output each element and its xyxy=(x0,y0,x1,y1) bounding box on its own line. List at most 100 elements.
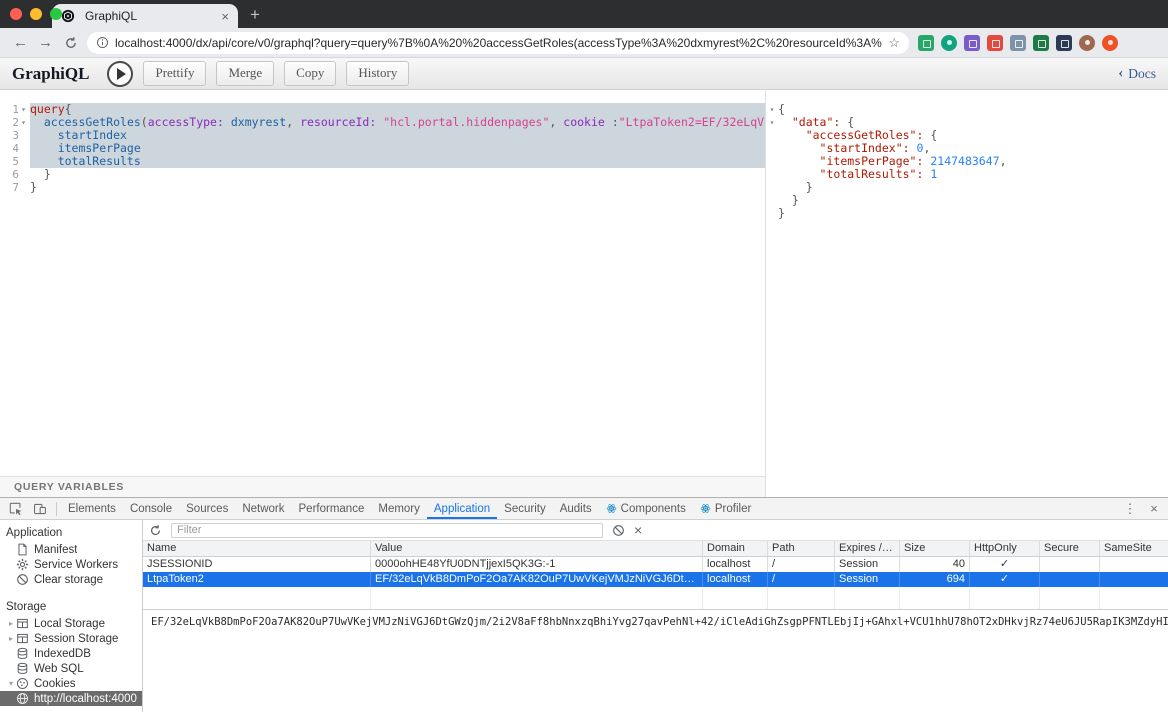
devtools-tab-components[interactable]: Components xyxy=(599,498,693,519)
browser-tabstrip: GraphiQL × + xyxy=(0,0,1168,28)
profile-avatar[interactable] xyxy=(1079,35,1095,51)
query-code[interactable]: query{ accessGetRoles(accessType: dxmyre… xyxy=(30,103,765,476)
sidebar-item-cookies[interactable]: ▾ Cookies xyxy=(0,676,142,691)
sidebar-section-application: Application xyxy=(0,524,142,542)
chevron-right-icon[interactable]: ▸ xyxy=(6,634,16,643)
browser-toolbar: ← → localhost:4000/dx/api/core/v0/graphq… xyxy=(0,28,1168,58)
back-icon[interactable]: ← xyxy=(8,31,33,55)
toolbar-divider xyxy=(56,502,57,516)
graphiql-logo: GraphiQL xyxy=(12,64,89,84)
react-icon xyxy=(700,503,711,514)
history-button[interactable]: History xyxy=(346,61,409,86)
globe-icon xyxy=(16,692,30,706)
manifest-icon xyxy=(16,543,30,557)
cookie-row-ltpatoken2[interactable]: LtpaToken2 EF/32eLqVkB8DmPoF2Oa7AK82OuP7… xyxy=(143,572,1168,587)
devtools-body: Application Manifest Service Workers Cle… xyxy=(0,520,1168,712)
ext-icon-2[interactable] xyxy=(941,35,957,51)
gear-icon xyxy=(16,558,30,572)
device-toolbar-icon[interactable] xyxy=(28,498,52,519)
ext-icon-5[interactable] xyxy=(1010,35,1026,51)
cookie-table-header: Name Value Domain Path Expires / Ma... S… xyxy=(143,541,1168,557)
storage-grid-icon xyxy=(16,632,30,646)
cookie-table-empty-area xyxy=(143,587,1168,609)
window-zoom-button[interactable] xyxy=(50,8,62,20)
line-numbers-gutter: 1▾2▾34567 xyxy=(0,103,30,476)
reload-icon[interactable] xyxy=(58,31,83,55)
sidebar-item-cookies-localhost-4000[interactable]: http://localhost:4000 xyxy=(0,691,142,706)
prettify-button[interactable]: Prettify xyxy=(143,61,206,86)
column-header-value[interactable]: Value xyxy=(371,541,703,556)
query-variables-bar[interactable]: QUERY VARIABLES xyxy=(0,476,765,497)
sidebar-item-indexeddb[interactable]: IndexedDB xyxy=(0,646,142,661)
url-text[interactable]: localhost:4000/dx/api/core/v0/graphql?qu… xyxy=(115,36,882,50)
bookmark-star-icon[interactable]: ☆ xyxy=(888,35,900,51)
devtools-tab-audits[interactable]: Audits xyxy=(553,498,599,519)
graphiql-toolbar: GraphiQL Prettify Merge Copy History ‹ D… xyxy=(0,58,1168,90)
column-header-samesite[interactable]: SameSite xyxy=(1100,541,1168,556)
graphiql-main: 1▾2▾34567 query{ accessGetRoles(accessTy… xyxy=(0,90,1168,497)
column-header-expires[interactable]: Expires / Ma... xyxy=(835,541,900,556)
devtools-tab-profiler[interactable]: Profiler xyxy=(693,498,758,519)
merge-button[interactable]: Merge xyxy=(216,61,274,86)
devtools-tab-security[interactable]: Security xyxy=(497,498,553,519)
devtools-tab-network[interactable]: Network xyxy=(235,498,291,519)
chevron-right-icon[interactable]: ▸ xyxy=(6,619,16,628)
docs-link[interactable]: ‹ Docs xyxy=(1118,65,1156,82)
ext-icon-7[interactable] xyxy=(1056,35,1072,51)
ext-icon-6[interactable] xyxy=(1033,35,1049,51)
devtools-tab-performance[interactable]: Performance xyxy=(292,498,372,519)
column-header-name[interactable]: Name xyxy=(143,541,371,556)
browser-tab[interactable]: GraphiQL × xyxy=(52,4,238,28)
address-bar[interactable]: localhost:4000/dx/api/core/v0/graphql?qu… xyxy=(87,32,909,54)
devtools-close-icon[interactable]: × xyxy=(1142,498,1166,519)
copy-button[interactable]: Copy xyxy=(284,61,336,86)
window-close-button[interactable] xyxy=(10,8,22,20)
check-icon: ✓ xyxy=(970,572,1040,587)
sidebar-item-service-workers[interactable]: Service Workers xyxy=(0,557,142,572)
sidebar-item-web-sql[interactable]: Web SQL xyxy=(0,661,142,676)
sidebar-item-clear-storage[interactable]: Clear storage xyxy=(0,572,142,587)
query-editor[interactable]: 1▾2▾34567 query{ accessGetRoles(accessTy… xyxy=(0,90,765,476)
refresh-icon[interactable] xyxy=(149,524,162,537)
devtools-tab-sources[interactable]: Sources xyxy=(179,498,235,519)
more-menu-icon[interactable]: ⋮ xyxy=(1118,498,1142,519)
chevron-down-icon[interactable]: ▾ xyxy=(6,679,16,688)
ext-icon-1[interactable] xyxy=(918,35,934,51)
devtools-tab-application[interactable]: Application xyxy=(427,498,497,519)
devtools-tab-elements[interactable]: Elements xyxy=(61,498,123,519)
inspect-element-icon[interactable] xyxy=(4,498,28,519)
query-pane: 1▾2▾34567 query{ accessGetRoles(accessTy… xyxy=(0,90,766,497)
react-icon xyxy=(606,503,617,514)
new-tab-button[interactable]: + xyxy=(250,6,260,23)
sidebar-item-local-storage[interactable]: ▸ Local Storage xyxy=(0,616,142,631)
application-sidebar: Application Manifest Service Workers Cle… xyxy=(0,520,143,712)
column-header-domain[interactable]: Domain xyxy=(703,541,768,556)
ext-icon-3[interactable] xyxy=(964,35,980,51)
ext-icon-4[interactable] xyxy=(987,35,1003,51)
column-header-size[interactable]: Size xyxy=(900,541,970,556)
execute-query-button[interactable] xyxy=(107,61,133,87)
delete-cookie-icon[interactable]: × xyxy=(634,523,642,537)
cookie-row-jsessionid[interactable]: JSESSIONID 0000ohHE48YfU0DNTjjexI5QK3G:-… xyxy=(143,557,1168,572)
cookie-filter-input[interactable] xyxy=(171,523,603,538)
tab-close-icon[interactable]: × xyxy=(221,10,229,23)
window-minimize-button[interactable] xyxy=(30,8,42,20)
devtools-tab-memory[interactable]: Memory xyxy=(371,498,427,519)
column-header-path[interactable]: Path xyxy=(768,541,835,556)
sidebar-item-manifest[interactable]: Manifest xyxy=(0,542,142,557)
column-header-httponly[interactable]: HttpOnly xyxy=(970,541,1040,556)
tab-title: GraphiQL xyxy=(85,9,215,23)
ext-icon-8[interactable] xyxy=(1102,35,1118,51)
clear-all-cookies-icon[interactable] xyxy=(612,524,625,537)
database-icon xyxy=(16,647,30,661)
extensions-row xyxy=(918,35,1118,51)
cookie-value-preview: EF/32eLqVkB8DmPoF2Oa7AK82OuP7UwVKejVMJzN… xyxy=(143,609,1168,712)
sidebar-item-session-storage[interactable]: ▸ Session Storage xyxy=(0,631,142,646)
play-icon xyxy=(117,68,126,80)
forward-icon[interactable]: → xyxy=(33,31,58,55)
result-pane: ▾{▾ "data": { "accessGetRoles": { "start… xyxy=(766,90,1168,497)
site-info-icon[interactable] xyxy=(96,36,109,49)
devtools-tab-console[interactable]: Console xyxy=(123,498,179,519)
column-header-secure[interactable]: Secure xyxy=(1040,541,1100,556)
chevron-left-icon: ‹ xyxy=(1118,65,1123,82)
